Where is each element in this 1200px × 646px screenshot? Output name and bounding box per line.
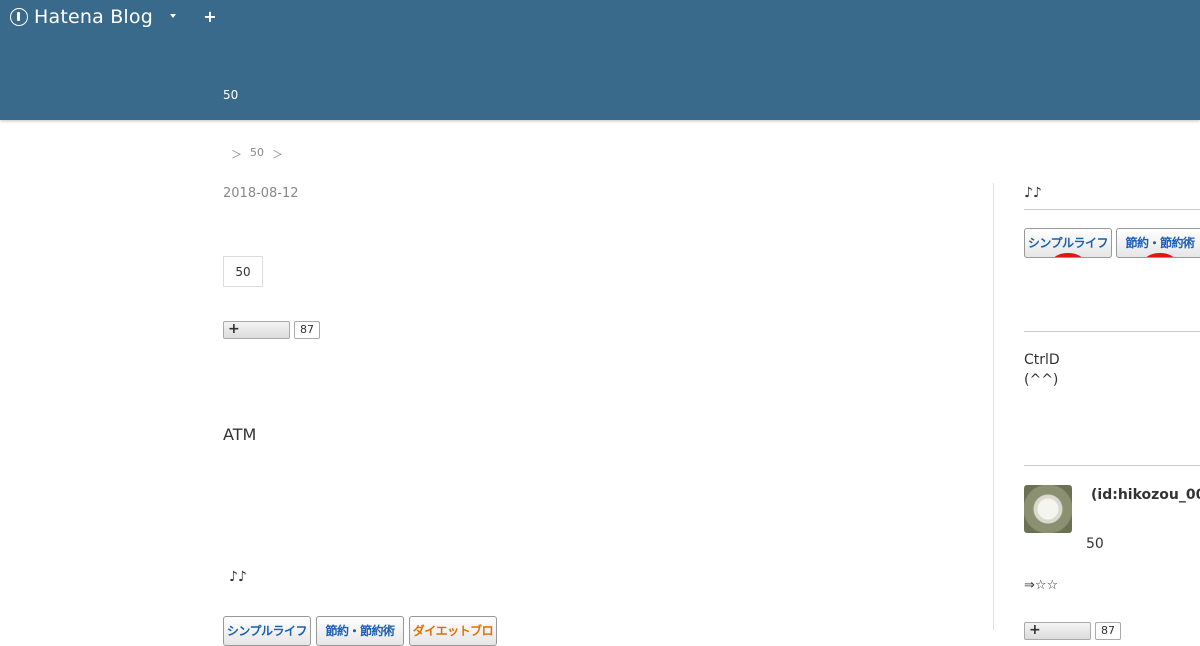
sidebar-divider	[993, 183, 994, 630]
banner-simple-life[interactable]: シンプルライフ	[223, 616, 311, 646]
bookmark-plus-icon: +	[228, 321, 240, 337]
hatena-blog-logo[interactable]: Hatena Blog	[10, 6, 153, 28]
profile-stars[interactable]: ⇒☆☆	[1024, 578, 1058, 593]
entry-music-notes: ♪♪	[229, 569, 247, 585]
hatena-logo-icon	[10, 8, 28, 26]
breadcrumb-category[interactable]: 50	[250, 146, 264, 162]
global-header: Hatena Blog + 50	[0, 0, 1200, 120]
entry-category-tag[interactable]: 50	[223, 256, 263, 287]
chevron-down-icon[interactable]	[170, 14, 176, 18]
sidebar-about-line2: (^^)	[1024, 372, 1059, 388]
breadcrumb-separator: ＞	[231, 148, 242, 161]
sidebar-music-notes: ♪♪	[1024, 185, 1042, 201]
banner-label: 節約・節約術	[325, 624, 395, 638]
add-icon[interactable]: +	[202, 8, 218, 26]
profile-avatar[interactable]	[1024, 485, 1072, 533]
entry-text-atm: ATM	[223, 425, 257, 444]
sidebar-about-line1: CtrlD	[1024, 352, 1060, 368]
breadcrumb: ＞ 50 ＞	[231, 146, 283, 162]
sidebar-separator	[1024, 331, 1200, 332]
banner-label: ダイエットブログ	[412, 624, 494, 638]
sidebar-bookmark-button[interactable]: +	[1024, 622, 1091, 640]
banner-label: シンプルライフ	[226, 624, 308, 638]
sidebar-separator	[1024, 465, 1200, 466]
sidebar-separator	[1024, 209, 1200, 210]
bookmark-count[interactable]: 87	[294, 321, 320, 339]
blog-title[interactable]: 50	[223, 88, 238, 102]
sidebar-banner-setsuyaku[interactable]: 節約・節約術	[1116, 228, 1200, 258]
logo-text: Hatena Blog	[34, 6, 153, 28]
profile-id[interactable]: (id:hikozou_00	[1091, 487, 1200, 503]
sidebar-banner-simple-life[interactable]: シンプルライフ	[1024, 228, 1112, 258]
hatena-bookmark-button[interactable]: +	[223, 321, 290, 339]
sidebar-bookmark-count[interactable]: 87	[1095, 622, 1121, 640]
breadcrumb-separator: ＞	[272, 148, 283, 161]
banner-diet-blog[interactable]: ダイエットブログ	[409, 616, 497, 646]
profile-number: 50	[1086, 536, 1104, 552]
banner-setsuyaku[interactable]: 節約・節約術	[316, 616, 404, 646]
bookmark-plus-icon: +	[1029, 622, 1041, 638]
entry-date[interactable]: 2018-08-12	[223, 186, 299, 201]
